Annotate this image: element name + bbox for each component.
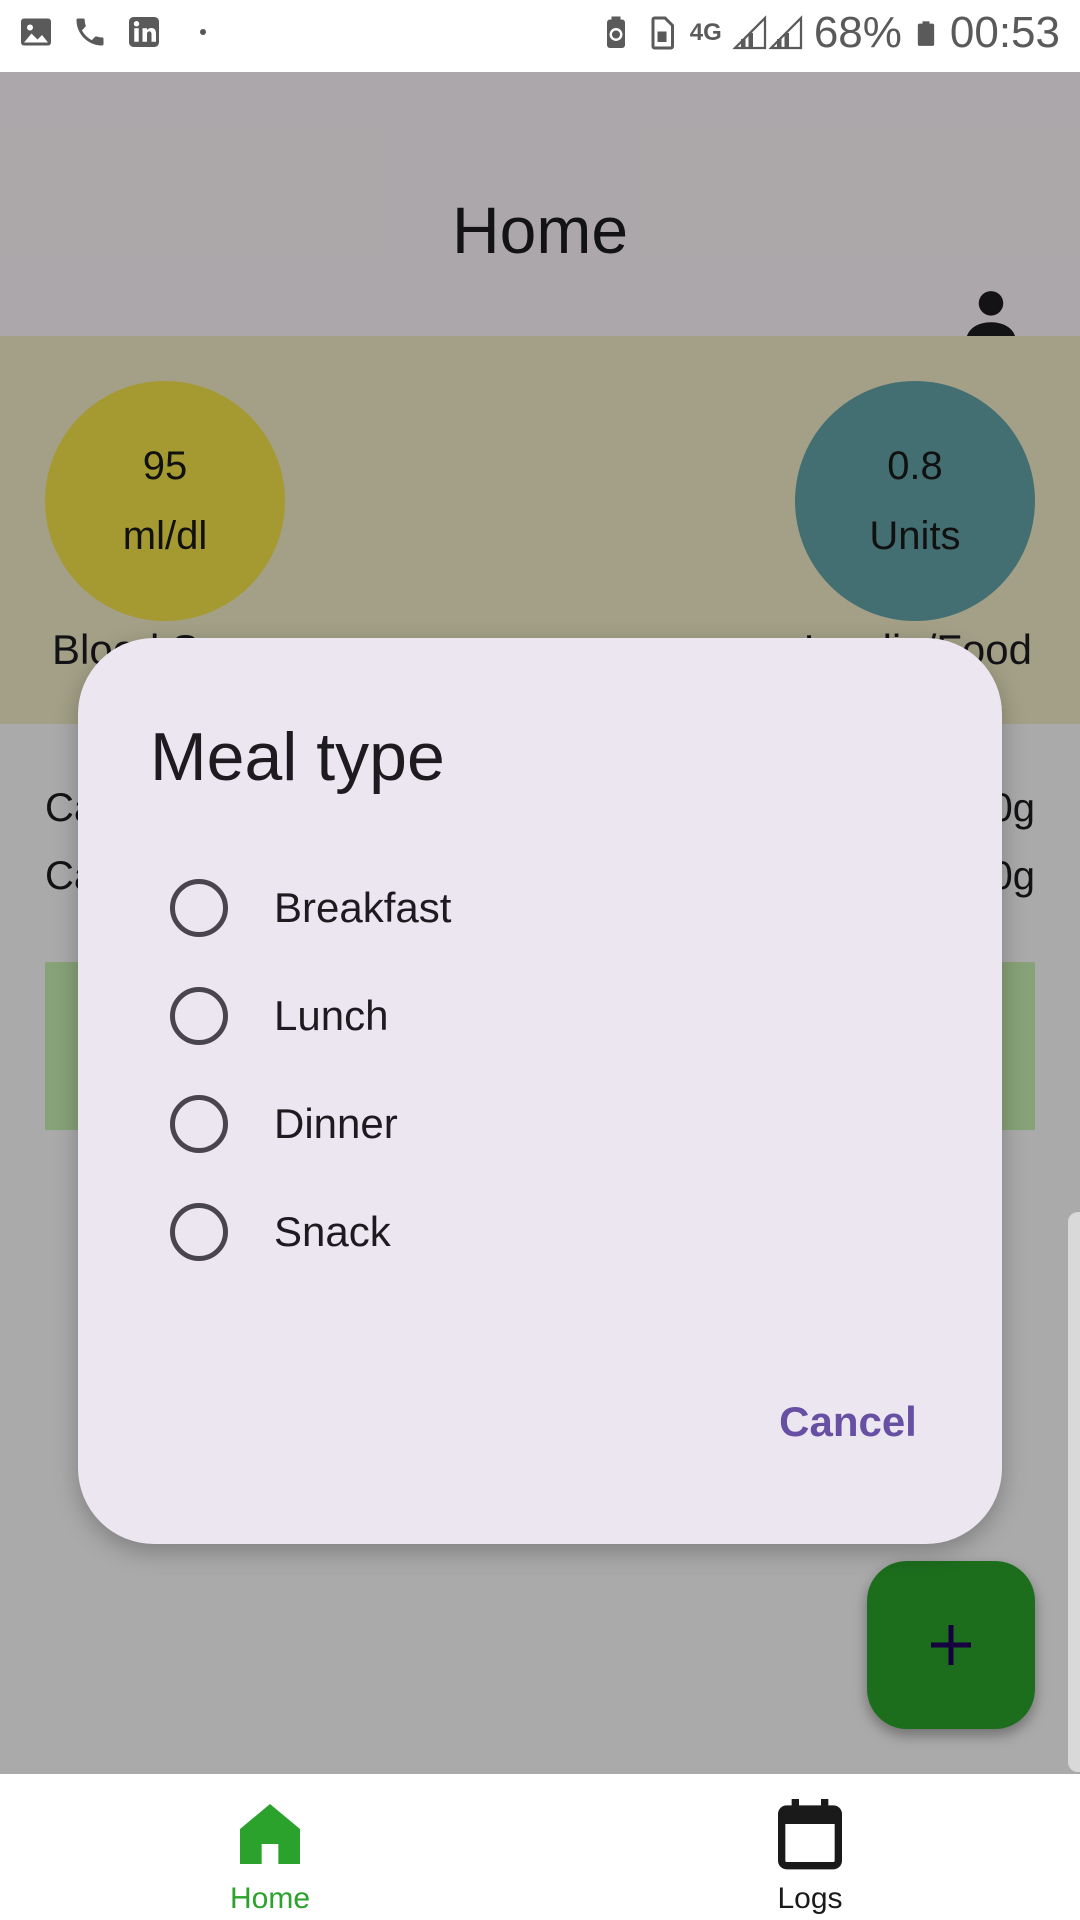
scrollbar[interactable] [1068, 1212, 1080, 1772]
image-icon [21, 18, 51, 46]
option-label: Lunch [274, 992, 389, 1039]
battery-percent: 68% [813, 8, 902, 57]
sim-icon [651, 16, 674, 50]
option-snack[interactable]: Snack [170, 1186, 870, 1278]
option-label: Snack [274, 1208, 391, 1255]
radio-button-icon[interactable] [170, 879, 228, 937]
notification-dot-icon [200, 29, 206, 35]
meal-type-dialog: Meal type Breakfast Lunch Dinner Snack C… [78, 638, 1002, 1544]
option-label: Breakfast [274, 884, 452, 931]
home-icon [240, 1804, 300, 1864]
nav-item-home[interactable]: Home [0, 1774, 540, 1920]
nav-item-logs[interactable]: Logs [540, 1774, 1080, 1920]
nav-label-home: Home [229, 1882, 311, 1915]
option-lunch[interactable]: Lunch [170, 970, 870, 1062]
bottom-navigation: Home Logs [0, 1774, 1080, 1920]
battery-icon [917, 21, 935, 46]
option-breakfast[interactable]: Breakfast [170, 862, 870, 954]
nav-label-logs: Logs [777, 1882, 843, 1915]
clock: 00:53 [949, 8, 1060, 57]
phone-icon [76, 18, 104, 46]
linkedin-icon [129, 17, 159, 47]
radio-button-icon[interactable] [170, 1095, 228, 1153]
option-label: Dinner [274, 1100, 398, 1147]
status-bar-notifications [18, 14, 206, 50]
radio-button-icon[interactable] [170, 1203, 228, 1261]
cancel-button[interactable]: Cancel [748, 1380, 948, 1464]
status-bar: 4G 68% 00:53 [0, 0, 1080, 72]
network-type: 4G [689, 19, 722, 46]
calendar-icon [778, 1799, 842, 1870]
status-bar-system: 4G 68% 00:53 [598, 8, 1060, 58]
battery-saver-icon [606, 16, 625, 48]
radio-button-icon[interactable] [170, 987, 228, 1045]
dialog-title: Meal type [150, 719, 445, 795]
signal-icon [732, 15, 802, 50]
option-dinner[interactable]: Dinner [170, 1078, 870, 1170]
